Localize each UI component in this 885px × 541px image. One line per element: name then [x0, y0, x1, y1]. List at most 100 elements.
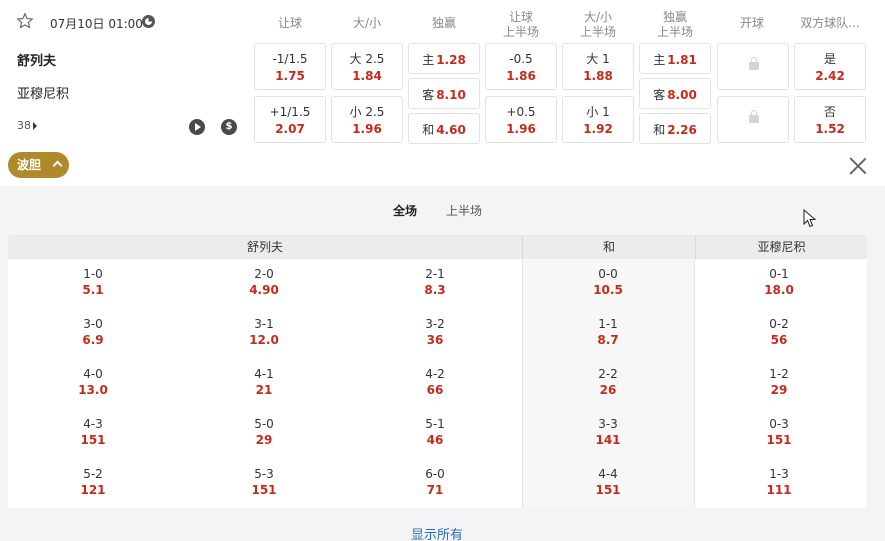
play-icon[interactable]	[189, 119, 205, 135]
score-odds: 4.90	[249, 283, 279, 297]
close-icon[interactable]	[849, 157, 867, 175]
score-odds: 18.0	[764, 283, 794, 297]
score-cell[interactable]: 3-3 141	[558, 416, 658, 448]
score-label: 3-1	[254, 317, 274, 331]
odd-kickoff-locked-2	[717, 96, 789, 143]
away-team: 亚穆尼积	[17, 87, 70, 102]
odd-moneyline-draw[interactable]: 和 4.60	[408, 113, 480, 144]
score-label: 5-1	[425, 417, 445, 431]
col-head-handicap-1h: 让球 上半场	[502, 10, 539, 39]
odd-moneyline-away[interactable]: 客 8.10	[408, 78, 480, 109]
score-label: 2-1	[425, 267, 445, 281]
score-cell[interactable]: 4-0 13.0	[43, 366, 143, 398]
score-cell[interactable]: 0-2 56	[729, 316, 829, 348]
score-cell[interactable]: 5-3 151	[214, 466, 314, 498]
odd-under-1h[interactable]: 小 1 1.92	[562, 96, 634, 143]
score-odds: 66	[426, 383, 444, 397]
score-cell[interactable]: 1-3 111	[729, 466, 829, 498]
score-label: 4-0	[83, 367, 103, 381]
odd-handicap-1h-home[interactable]: -0.5 1.86	[485, 43, 557, 90]
odd-over-1h[interactable]: 大 1 1.88	[562, 43, 634, 90]
score-cell[interactable]: 3-2 36	[385, 316, 485, 348]
score-label: 3-0	[83, 317, 103, 331]
header-away: 亚穆尼积	[757, 240, 806, 254]
col-head-kickoff-team: 开球	[739, 16, 764, 30]
score-odds: 10.5	[593, 283, 623, 297]
odd-btts-yes[interactable]: 是 2.42	[794, 43, 866, 90]
dollar-icon[interactable]: $	[221, 119, 237, 135]
score-label: 4-3	[83, 417, 103, 431]
score-odds: 13.0	[78, 383, 108, 397]
score-cell[interactable]: 4-1 21	[214, 366, 314, 398]
score-cell[interactable]: 0-3 151	[729, 416, 829, 448]
col-head-over-under-1h: 大/小 上半场	[579, 10, 616, 39]
score-cell[interactable]: 5-0 29	[214, 416, 314, 448]
score-odds: 12.0	[249, 333, 279, 347]
score-odds: 5.1	[82, 283, 104, 297]
score-odds: 46	[426, 433, 444, 447]
score-odds: 151	[80, 433, 106, 447]
odd-over[interactable]: 大 2.5 1.84	[331, 43, 403, 90]
score-label: 3-3	[598, 417, 618, 431]
lock-icon	[749, 110, 759, 123]
mouse-cursor-icon	[803, 209, 817, 228]
odd-btts-no[interactable]: 否 1.52	[794, 96, 866, 143]
score-odds: 26	[599, 383, 617, 397]
header-home: 舒列夫	[246, 240, 283, 254]
score-cell[interactable]: 1-0 5.1	[43, 266, 143, 298]
odd-handicap-1h-away[interactable]: +0.5 1.96	[485, 96, 557, 143]
score-odds: 29	[255, 433, 273, 447]
score-cell[interactable]: 0-0 10.5	[558, 266, 658, 298]
score-cell[interactable]: 5-2 121	[43, 466, 143, 498]
score-cell[interactable]: 2-0 4.90	[214, 266, 314, 298]
score-cell[interactable]: 1-2 29	[729, 366, 829, 398]
score-odds: 71	[426, 483, 444, 497]
score-cell[interactable]: 6-0 71	[385, 466, 485, 498]
odd-moneyline-1h-home[interactable]: 主 1.81	[639, 43, 711, 74]
show-all-link[interactable]: 显示所有	[411, 524, 463, 541]
score-odds: 8.7	[597, 333, 619, 347]
score-cell[interactable]: 0-1 18.0	[729, 266, 829, 298]
score-odds: 56	[770, 333, 788, 347]
col-head-handicap: 让球	[277, 16, 302, 30]
tab-full-time[interactable]: 全场	[393, 202, 417, 219]
score-cell[interactable]: 4-4 151	[558, 466, 658, 498]
home-team: 舒列夫	[17, 54, 57, 69]
odd-moneyline-home[interactable]: 主 1.28	[408, 43, 480, 74]
col-head-moneyline: 独赢	[431, 16, 456, 30]
score-odds: 111	[766, 483, 792, 497]
score-cell[interactable]: 3-1 12.0	[214, 316, 314, 348]
score-cell[interactable]: 4-2 66	[385, 366, 485, 398]
score-label: 1-2	[769, 367, 789, 381]
tab-first-half[interactable]: 上半场	[446, 202, 482, 219]
score-label: 2-0	[254, 267, 274, 281]
odd-under[interactable]: 小 2.5 1.96	[331, 96, 403, 143]
odd-moneyline-1h-draw[interactable]: 和 2.26	[639, 113, 711, 144]
score-label: 1-1	[598, 317, 618, 331]
score-label: 5-2	[83, 467, 103, 481]
odd-moneyline-1h-away[interactable]: 客 8.00	[639, 78, 711, 109]
score-cell[interactable]: 4-3 151	[43, 416, 143, 448]
score-odds: 141	[595, 433, 621, 447]
match-panel: 07月10日 01:00 舒列夫 亚穆尼积 38 $ 让球 大/小 独赢 让球上…	[0, 0, 885, 186]
odd-handicap-away[interactable]: +1/1.5 2.07	[254, 96, 326, 143]
score-cell[interactable]: 3-0 6.9	[43, 316, 143, 348]
more-markets-link[interactable]: 38	[17, 119, 37, 132]
score-label: 5-3	[254, 467, 274, 481]
score-label: 0-2	[769, 317, 789, 331]
col-head-btts: 双方球队...	[800, 16, 860, 30]
score-label: 4-1	[254, 367, 274, 381]
score-label: 4-2	[425, 367, 445, 381]
score-cell[interactable]: 1-1 8.7	[558, 316, 658, 348]
score-cell[interactable]: 5-1 46	[385, 416, 485, 448]
score-cell[interactable]: 2-1 8.3	[385, 266, 485, 298]
score-cell[interactable]: 2-2 26	[558, 366, 658, 398]
col-head-over-under: 大/小	[352, 16, 382, 30]
score-label: 2-2	[598, 367, 618, 381]
score-odds: 29	[770, 383, 788, 397]
score-odds: 121	[80, 483, 106, 497]
odd-handicap-home[interactable]: -1/1.5 1.75	[254, 43, 326, 90]
correct-score-toggle[interactable]: 波胆	[8, 152, 69, 178]
star-icon[interactable]	[16, 12, 34, 30]
score-label: 1-0	[83, 267, 103, 281]
